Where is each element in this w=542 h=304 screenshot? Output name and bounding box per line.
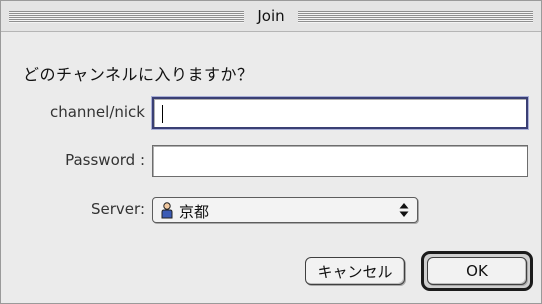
user-icon [161, 202, 173, 219]
join-dialog: Join どのチャンネルに入りますか？ channel/nick Passwor… [0, 0, 542, 304]
ok-button[interactable]: OK [427, 257, 527, 285]
title-stripes-left [9, 11, 244, 23]
channel-nick-field[interactable] [152, 97, 528, 129]
text-caret [162, 105, 163, 123]
window-title: Join [257, 7, 285, 25]
popup-arrows-icon [399, 203, 409, 217]
cancel-button[interactable]: キャンセル [305, 257, 405, 285]
title-stripes-right [298, 11, 533, 23]
password-field[interactable] [152, 145, 528, 177]
password-label: Password : [65, 151, 145, 169]
server-label: Server: [91, 200, 145, 218]
password-input[interactable] [153, 146, 527, 176]
server-popup[interactable]: 京都 [152, 197, 418, 223]
title-bar[interactable]: Join [1, 1, 541, 32]
prompt-text: どのチャンネルに入りますか？ [23, 65, 254, 84]
channel-label: channel/nick [49, 103, 145, 121]
server-value: 京都 [179, 203, 210, 221]
channel-nick-input[interactable] [154, 99, 526, 127]
